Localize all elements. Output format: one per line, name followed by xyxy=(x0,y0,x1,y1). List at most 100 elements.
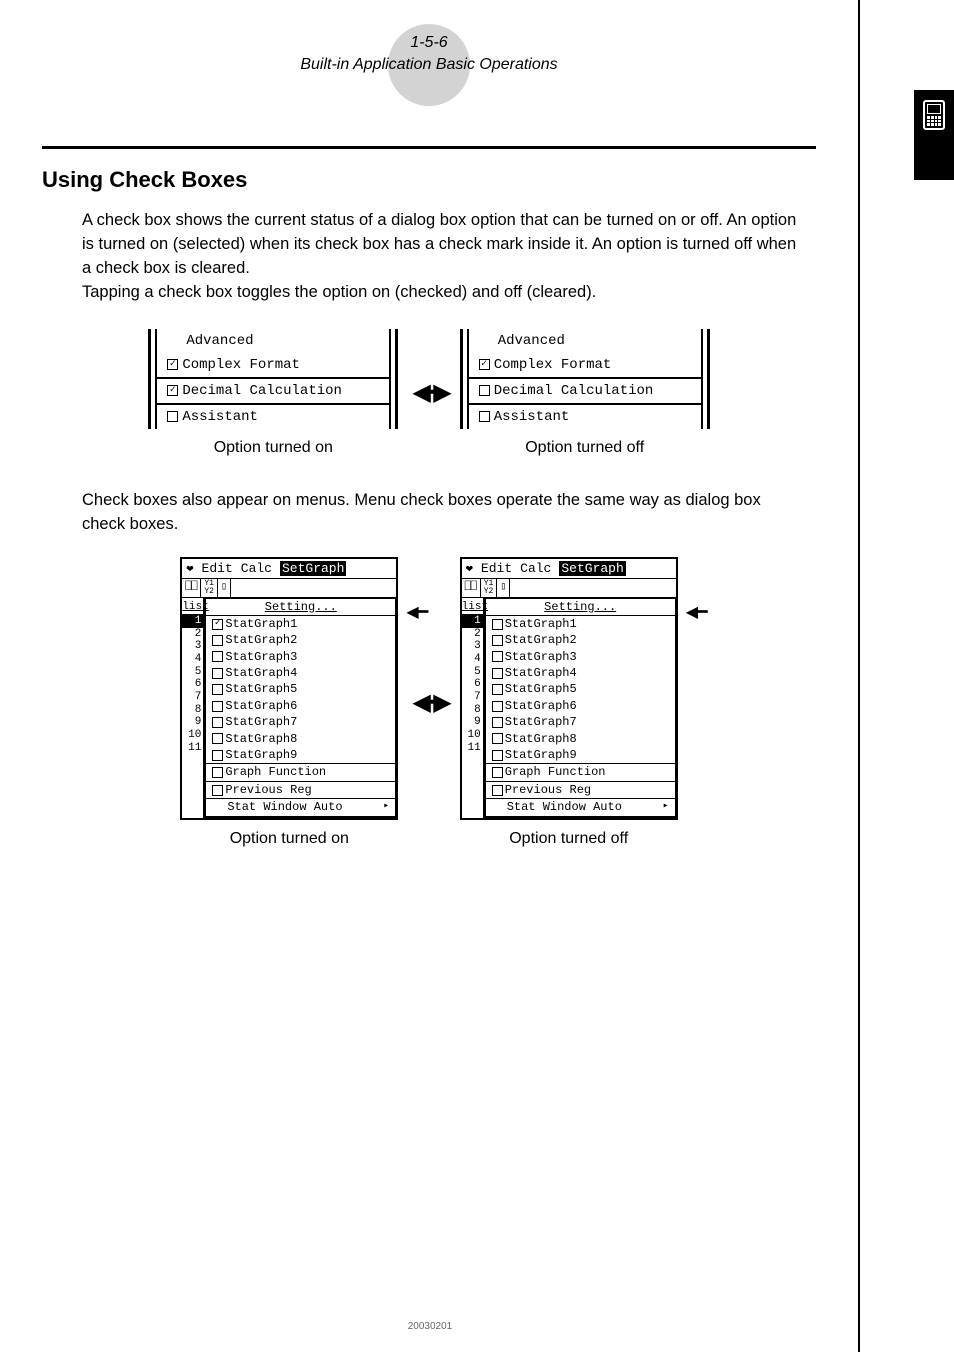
checkbox-unchecked-icon xyxy=(492,733,503,744)
section-heading: Using Check Boxes xyxy=(42,167,816,193)
option-decimal: Decimal Calculation xyxy=(494,383,654,399)
list-label: list xyxy=(182,600,203,616)
menu-statgraph2: StatGraph2 xyxy=(225,633,297,647)
menu-statgraph5: StatGraph5 xyxy=(505,682,577,696)
paragraph-3: Check boxes also appear on menus. Menu c… xyxy=(82,489,806,537)
checkbox-unchecked-icon xyxy=(492,750,503,761)
option-assistant: Assistant xyxy=(182,409,258,425)
checkbox-unchecked-icon xyxy=(212,668,223,679)
toolbar-btn-3: ▯ xyxy=(218,579,231,597)
page-reference: 1-5-6 xyxy=(42,32,816,54)
option-complex: Complex Format xyxy=(182,357,300,373)
menu-calc: Calc xyxy=(520,561,551,576)
menu-statgraph7: StatGraph7 xyxy=(505,715,577,729)
checkbox-unchecked-icon xyxy=(212,785,223,796)
footer-code: 20030201 xyxy=(0,1321,860,1332)
checkbox-unchecked-icon xyxy=(212,651,223,662)
menu-example-on: ❤ Edit Calc SetGraph ⎕⎕ Y1Y2 ▯ list 1 xyxy=(180,557,398,820)
checkbox-unchecked-icon xyxy=(479,385,490,396)
option-complex: Complex Format xyxy=(494,357,612,373)
checkbox-unchecked-icon xyxy=(212,750,223,761)
side-tab xyxy=(914,90,954,180)
row-numbers: list 1 2 3 4 5 6 7 8 9 10 11 xyxy=(462,598,484,818)
menu-setting: Setting... xyxy=(486,599,675,615)
toolbar-btn-2: Y1Y2 xyxy=(201,579,218,597)
menu-example-off: ❤ Edit Calc SetGraph ⎕⎕ Y1Y2 ▯ list 1 xyxy=(460,557,678,820)
menu-checkbox-figure: ❤ Edit Calc SetGraph ⎕⎕ Y1Y2 ▯ list 1 xyxy=(42,557,816,848)
checkbox-unchecked-icon xyxy=(492,635,503,646)
menu-statgraph9: StatGraph9 xyxy=(505,748,577,762)
checkbox-checked-icon xyxy=(167,359,178,370)
menu-setgraph: SetGraph xyxy=(280,561,346,576)
option-advanced: Advanced xyxy=(186,333,253,349)
dialog-example-on: Advanced Complex Format Decimal Calculat… xyxy=(148,329,398,429)
menu-dropdown-icon: ❤ xyxy=(466,561,473,576)
arrow-left-icon: ◀━ xyxy=(686,605,708,621)
option-assistant: Assistant xyxy=(494,409,570,425)
menu-statgraph4: StatGraph4 xyxy=(505,666,577,680)
dialog-example-off: Advanced Complex Format Decimal Calculat… xyxy=(460,329,710,429)
checkbox-unchecked-icon xyxy=(492,619,503,630)
checkbox-unchecked-icon xyxy=(212,767,223,778)
checkbox-unchecked-icon xyxy=(212,733,223,744)
checkbox-unchecked-icon xyxy=(492,701,503,712)
menu-previous-reg: Previous Reg xyxy=(505,783,591,797)
menu-statgraph4: StatGraph4 xyxy=(225,666,297,680)
page-header: 1-5-6 Built-in Application Basic Operati… xyxy=(42,26,816,98)
menu-setting: Setting... xyxy=(206,599,395,615)
checkbox-checked-icon xyxy=(479,359,490,370)
checkbox-unchecked-icon xyxy=(492,717,503,728)
checkbox-unchecked-icon xyxy=(479,411,490,422)
checkbox-unchecked-icon xyxy=(212,701,223,712)
menu-dropdown-icon: ❤ xyxy=(186,561,193,576)
menu-setgraph: SetGraph xyxy=(559,561,625,576)
page-content: 1-5-6 Built-in Application Basic Operati… xyxy=(0,0,860,1352)
checkbox-unchecked-icon xyxy=(492,684,503,695)
calculator-icon xyxy=(923,100,945,130)
menu-statgraph7: StatGraph7 xyxy=(225,715,297,729)
checkbox-unchecked-icon xyxy=(492,767,503,778)
list-label: list xyxy=(462,600,483,616)
menu-edit: Edit xyxy=(481,561,512,576)
menu-statgraph2: StatGraph2 xyxy=(505,633,577,647)
caption-option-off: Option turned off xyxy=(525,439,644,457)
menu-calc: Calc xyxy=(241,561,272,576)
checkbox-checked-icon xyxy=(167,385,178,396)
menu-statgraph8: StatGraph8 xyxy=(225,732,297,746)
option-advanced: Advanced xyxy=(498,333,565,349)
menu-stat-window: Stat Window Auto xyxy=(227,800,342,814)
horizontal-rule xyxy=(42,146,816,149)
checkbox-checked-icon xyxy=(212,619,223,630)
caption-option-off: Option turned off xyxy=(509,830,628,848)
double-arrow-icon: ◀━▶ xyxy=(412,688,445,717)
double-arrow-icon: ◀━▶ xyxy=(412,378,445,407)
toolbar-btn-1: ⎕⎕ xyxy=(182,579,201,597)
menu-edit: Edit xyxy=(202,561,233,576)
toolbar-btn-2: Y1Y2 xyxy=(481,579,498,597)
menu-previous-reg: Previous Reg xyxy=(225,783,311,797)
checkbox-unchecked-icon xyxy=(212,635,223,646)
option-decimal: Decimal Calculation xyxy=(182,383,342,399)
dialog-checkbox-figure: Advanced Complex Format Decimal Calculat… xyxy=(42,329,816,457)
row-numbers: list 1 2 3 4 5 6 7 8 9 10 11 xyxy=(182,598,204,818)
menu-statgraph8: StatGraph8 xyxy=(505,732,577,746)
menu-stat-window: Stat Window Auto xyxy=(507,800,622,814)
checkbox-unchecked-icon xyxy=(492,785,503,796)
menu-statgraph1: StatGraph1 xyxy=(505,617,577,631)
menu-statgraph5: StatGraph5 xyxy=(225,682,297,696)
toolbar-btn-3: ▯ xyxy=(497,579,510,597)
menu-statgraph1: StatGraph1 xyxy=(225,617,297,631)
menu-statgraph3: StatGraph3 xyxy=(505,650,577,664)
menu-statgraph3: StatGraph3 xyxy=(225,650,297,664)
menu-statgraph9: StatGraph9 xyxy=(225,748,297,762)
menu-graph-function: Graph Function xyxy=(505,765,606,779)
chapter-title: Built-in Application Basic Operations xyxy=(42,54,816,76)
menu-statgraph6: StatGraph6 xyxy=(505,699,577,713)
checkbox-unchecked-icon xyxy=(212,717,223,728)
checkbox-unchecked-icon xyxy=(492,651,503,662)
toolbar-btn-1: ⎕⎕ xyxy=(462,579,481,597)
menu-graph-function: Graph Function xyxy=(225,765,326,779)
caption-option-on: Option turned on xyxy=(214,439,333,457)
checkbox-unchecked-icon xyxy=(167,411,178,422)
checkbox-unchecked-icon xyxy=(492,668,503,679)
